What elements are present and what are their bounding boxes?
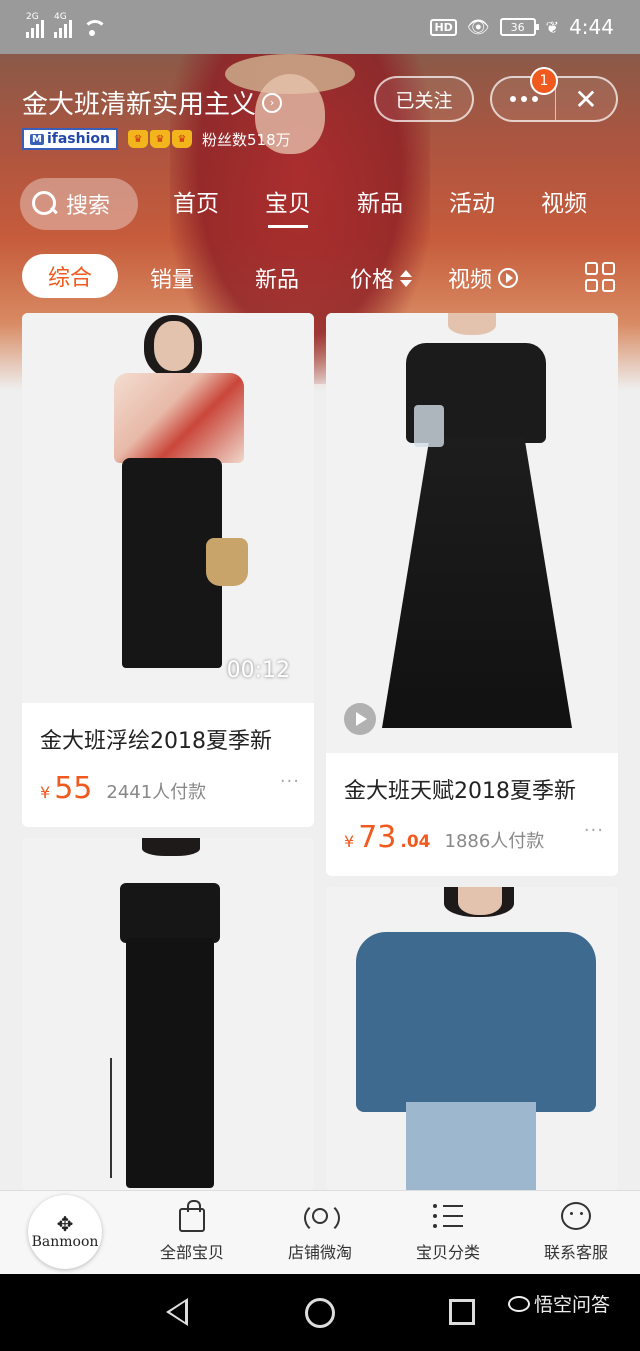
grid-view-icon[interactable] — [585, 262, 615, 292]
watermark-logo-icon — [508, 1295, 530, 1312]
sort-video[interactable]: 视频 — [448, 262, 519, 294]
status-bar: 2G 4G HD 👁 36 ❦ 4:44 — [0, 0, 640, 54]
shop-logo[interactable]: ✥ Banmoon — [28, 1195, 102, 1269]
sold-count: 1886人付款 — [444, 831, 545, 852]
sold-count: 2441人付款 — [106, 782, 207, 803]
home-icon[interactable] — [305, 1298, 335, 1328]
search-icon — [32, 191, 58, 217]
system-nav-bar: 悟空问答 — [0, 1274, 640, 1351]
tab-video[interactable]: 视频 — [518, 184, 610, 228]
sort-price[interactable]: 价格 — [350, 262, 413, 294]
close-icon[interactable]: ✕ — [556, 83, 616, 116]
crown-rating: ♛ ♛ ♛ — [127, 130, 192, 148]
search-button[interactable]: 搜索 — [20, 178, 138, 230]
wifi-icon — [82, 18, 107, 36]
product-title: 金大班浮绘2018夏季新 — [40, 729, 272, 754]
leaf-icon: ❦ — [545, 17, 560, 37]
shop-name[interactable]: 金大班清新实用主义 › — [22, 84, 283, 121]
shop-tabs: 首页 宝贝 新品 活动 视频 — [150, 184, 610, 228]
tab-events[interactable]: 活动 — [426, 184, 518, 228]
nav-categories[interactable]: 宝贝分类 — [388, 1199, 508, 1263]
tab-new[interactable]: 新品 — [334, 184, 426, 228]
product-price: ¥ 73 .04 1886人付款 — [344, 820, 545, 855]
nav-customer-service[interactable]: 联系客服 — [516, 1199, 636, 1263]
hd-badge: HD — [430, 18, 457, 36]
product-card[interactable]: 00:12 金大班浮绘2018夏季新 ¥ 55 2441人付款 ··· — [22, 313, 314, 827]
product-card[interactable]: 金大班天赋2018夏季新 ¥ 73 .04 1886人付款 ··· — [326, 313, 618, 876]
play-icon[interactable] — [344, 703, 376, 735]
broadcast-icon — [303, 1199, 340, 1234]
sort-arrows-icon — [400, 269, 413, 287]
more-options-icon[interactable]: ··· — [280, 771, 300, 792]
eye-icon: 👁 — [466, 16, 490, 38]
list-icon — [431, 1199, 465, 1233]
sort-comprehensive[interactable]: 综合 — [22, 254, 118, 298]
back-icon[interactable] — [166, 1298, 188, 1326]
clock: 4:44 — [569, 15, 614, 39]
crown-icon: ♛ — [127, 130, 148, 148]
tab-home[interactable]: 首页 — [150, 184, 242, 228]
product-title: 金大班天赋2018夏季新 — [344, 779, 576, 804]
signal-2g-icon: 2G — [26, 12, 44, 38]
battery-icon: 36 — [499, 18, 539, 36]
follow-button[interactable]: 已关注 — [374, 76, 474, 122]
nav-weitao[interactable]: 店铺微淘 — [260, 1199, 380, 1263]
bag-icon — [175, 1199, 209, 1233]
chat-icon — [559, 1199, 593, 1233]
bottom-nav: ✥ Banmoon 全部宝贝 店铺微淘 宝贝分类 联系客服 — [0, 1190, 640, 1274]
crown-icon: ♛ — [171, 130, 192, 148]
sort-new[interactable]: 新品 — [255, 262, 299, 294]
product-image: 00:12 — [22, 313, 314, 703]
nav-all-products[interactable]: 全部宝贝 — [132, 1199, 252, 1263]
product-card[interactable] — [22, 838, 314, 1198]
logo-icon: ✥ — [56, 1212, 74, 1236]
chevron-right-icon: › — [262, 92, 283, 113]
video-duration: 00:12 — [226, 658, 290, 683]
play-circle-icon — [498, 268, 519, 288]
product-image — [326, 887, 618, 1198]
recent-apps-icon[interactable] — [449, 1299, 475, 1325]
signal-4g-icon: 4G — [54, 12, 72, 38]
product-image — [22, 838, 314, 1198]
more-options-icon[interactable]: ··· — [584, 820, 604, 841]
watermark: 悟空问答 — [508, 1290, 610, 1317]
shop-meta: M ifashion ♛ ♛ ♛ 粉丝数518万 — [22, 128, 291, 150]
crown-icon: ♛ — [149, 130, 170, 148]
tab-products[interactable]: 宝贝 — [242, 184, 334, 228]
notification-badge: 1 — [530, 67, 558, 95]
sort-sales[interactable]: 销量 — [150, 262, 194, 294]
product-card[interactable] — [326, 887, 618, 1198]
product-image — [326, 313, 618, 753]
product-price: ¥ 55 2441人付款 — [40, 771, 207, 806]
fans-count: 粉丝数518万 — [201, 130, 291, 149]
sort-bar: 综合 销量 新品 价格 视频 — [0, 254, 640, 302]
ifashion-badge: M ifashion — [22, 128, 118, 150]
